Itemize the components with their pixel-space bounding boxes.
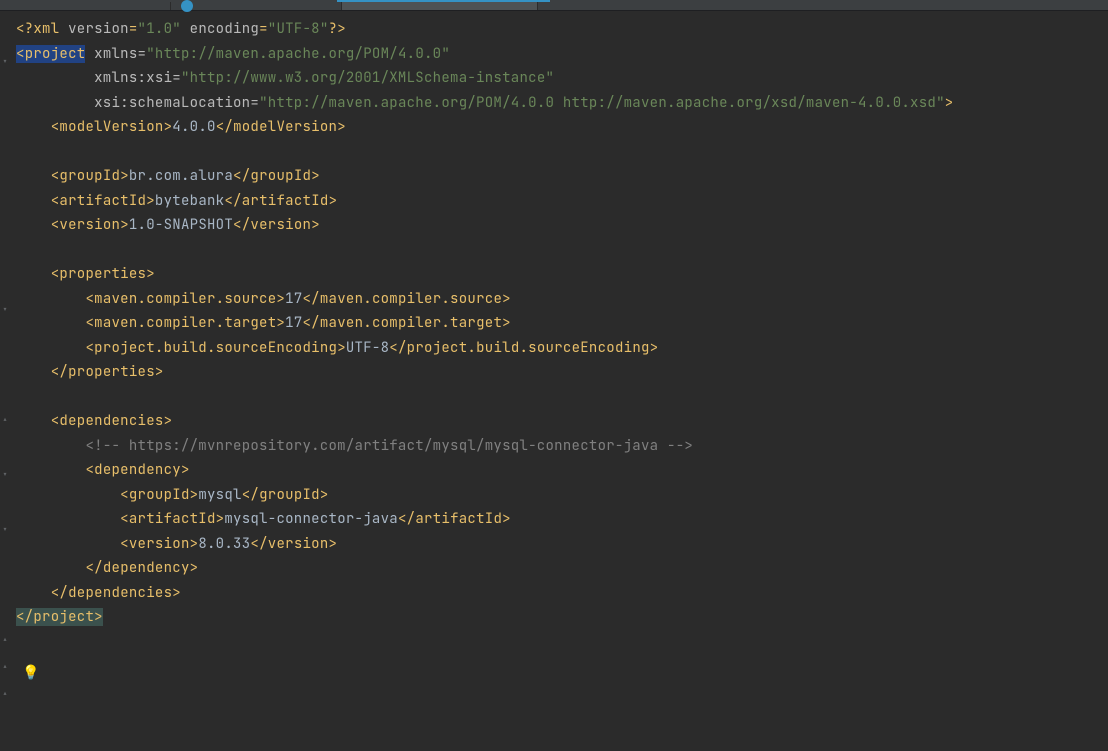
fold-marker[interactable]: ▾ [0, 57, 10, 67]
val-compiler-target: 17 [285, 314, 302, 332]
val-xmlns-xsi: "http://www.w3.org/2001/XMLSchema-instan… [181, 69, 554, 87]
tab-pom-xml[interactable] [342, 2, 538, 10]
editor-tabs [0, 0, 1108, 11]
tag-dependencies: dependencies [59, 412, 163, 430]
code-editor[interactable]: ▾ ▾ ▴ ▾ ▾ ▴ ▴ ▴ 💡 <?xml version="1.0" en… [0, 11, 1108, 751]
val-model-version: 4.0.0 [172, 118, 215, 136]
tag-group-id: groupId [59, 167, 120, 185]
fold-marker[interactable]: ▾ [0, 525, 10, 535]
tag-properties: properties [59, 265, 146, 283]
val-compiler-source: 17 [285, 290, 302, 308]
tag-artifact-id: artifactId [59, 192, 146, 210]
fold-marker[interactable]: ▴ [0, 689, 10, 699]
val-version: "1.0" [138, 20, 181, 38]
fold-marker[interactable]: ▾ [0, 305, 10, 315]
fold-marker[interactable]: ▴ [0, 662, 10, 672]
tab-conexao[interactable] [171, 2, 342, 10]
fold-marker[interactable]: ▾ [0, 470, 10, 480]
code-content[interactable]: <?xml version="1.0" encoding="UTF-8"?> <… [12, 11, 1108, 636]
val-dep-group-id: mysql [198, 486, 241, 504]
tag-source-encoding: project.build.sourceEncoding [94, 339, 337, 357]
attr-xmlns-xsi: xmlns:xsi [94, 69, 172, 87]
attr-encoding: encoding [190, 20, 259, 38]
val-dep-artifact-id: mysql-connector-java [224, 510, 398, 528]
val-schema-location: "http://maven.apache.org/POM/4.0.0 http:… [259, 94, 945, 112]
attr-xmlns: xmlns [94, 45, 137, 63]
fold-marker[interactable]: ▴ [0, 635, 10, 645]
tag-compiler-target: maven.compiler.target [94, 314, 276, 332]
val-dep-version: 8.0.33 [198, 535, 250, 553]
tag-compiler-source: maven.compiler.source [94, 290, 276, 308]
tag-project-open: project [25, 45, 86, 63]
fold-marker[interactable]: ▴ [0, 415, 10, 425]
val-source-encoding: UTF-8 [346, 339, 389, 357]
val-xmlns: "http://maven.apache.org/POM/4.0.0" [146, 45, 450, 63]
intention-bulb-icon[interactable]: 💡 [22, 661, 39, 686]
tag-version: version [59, 216, 120, 234]
tag-model-version: modelVersion [59, 118, 163, 136]
val-root-version: 1.0-SNAPSHOT [129, 216, 233, 234]
gutter: ▾ ▾ ▴ ▾ ▾ ▴ ▴ ▴ 💡 [0, 11, 12, 751]
val-root-group-id: br.com.alura [129, 167, 233, 185]
tag-dependency: dependency [94, 461, 181, 479]
attr-schema-location: xsi:schemaLocation [94, 94, 250, 112]
val-encoding: "UTF-8" [268, 20, 329, 38]
val-root-artifact-id: bytebank [155, 192, 224, 210]
tag-project-close: project [33, 608, 94, 626]
comment-mvn-repo: <!-- https://mvnrepository.com/artifact/… [85, 437, 693, 455]
attr-version: version [68, 20, 129, 38]
tab-bank-application[interactable] [0, 2, 171, 10]
